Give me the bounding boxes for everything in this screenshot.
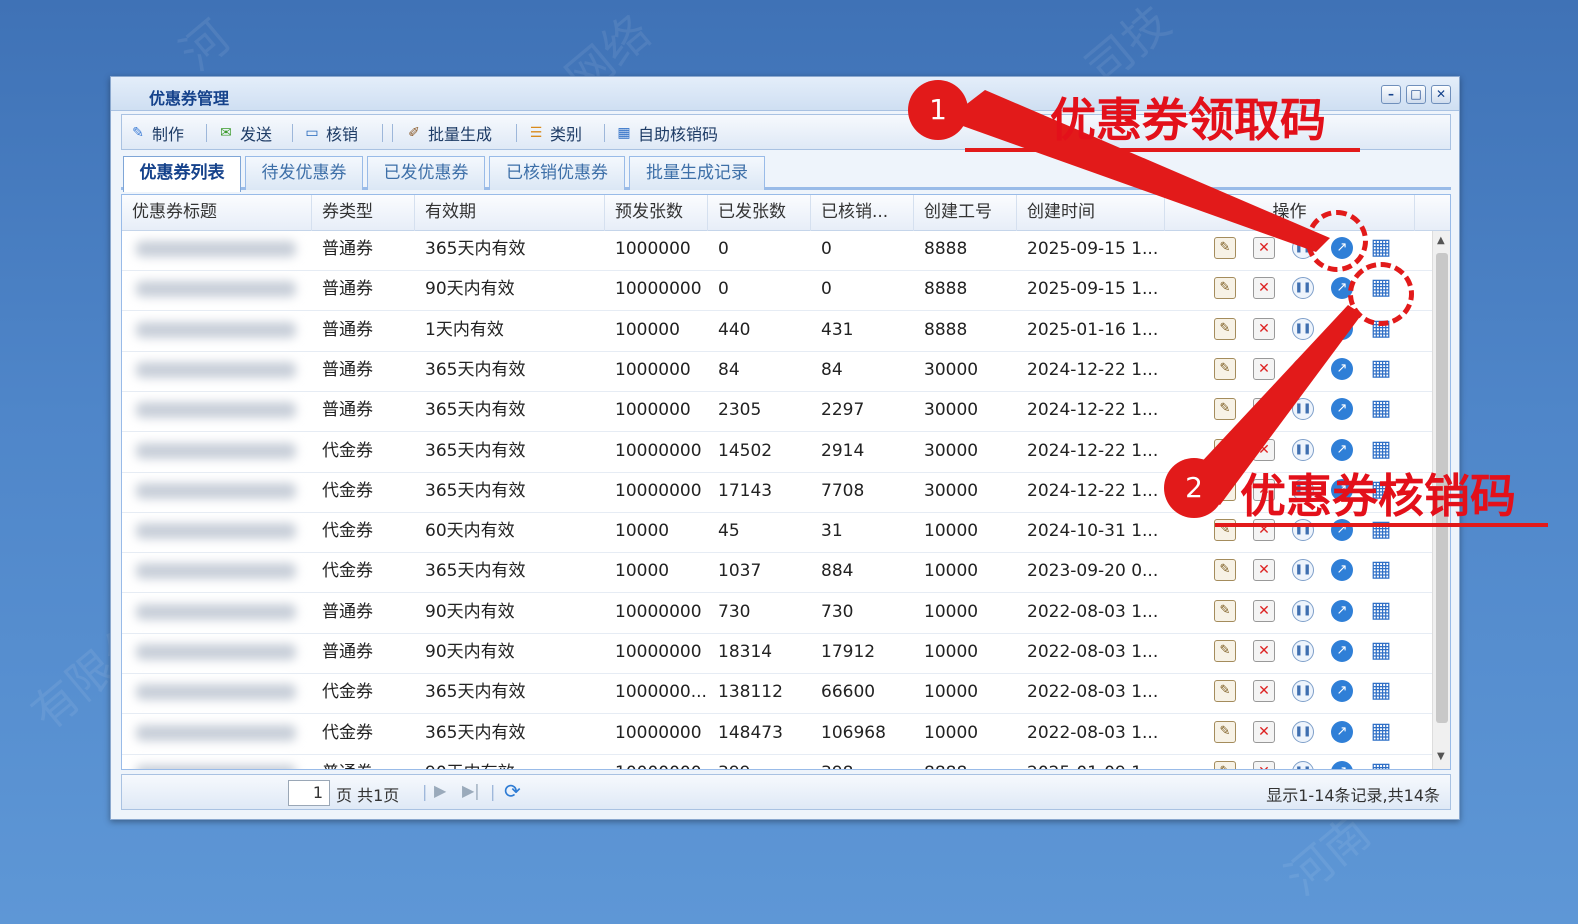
callout-text-1: 优惠券领取码 xyxy=(1050,93,1326,147)
highlight-circle-2 xyxy=(1348,262,1414,326)
callout-badge-2: 2 xyxy=(1164,458,1224,518)
highlight-circle-1 xyxy=(1306,210,1368,272)
callout-text-2: 优惠券核销码 xyxy=(1240,469,1516,523)
callout-badge-1: 1 xyxy=(908,80,968,140)
